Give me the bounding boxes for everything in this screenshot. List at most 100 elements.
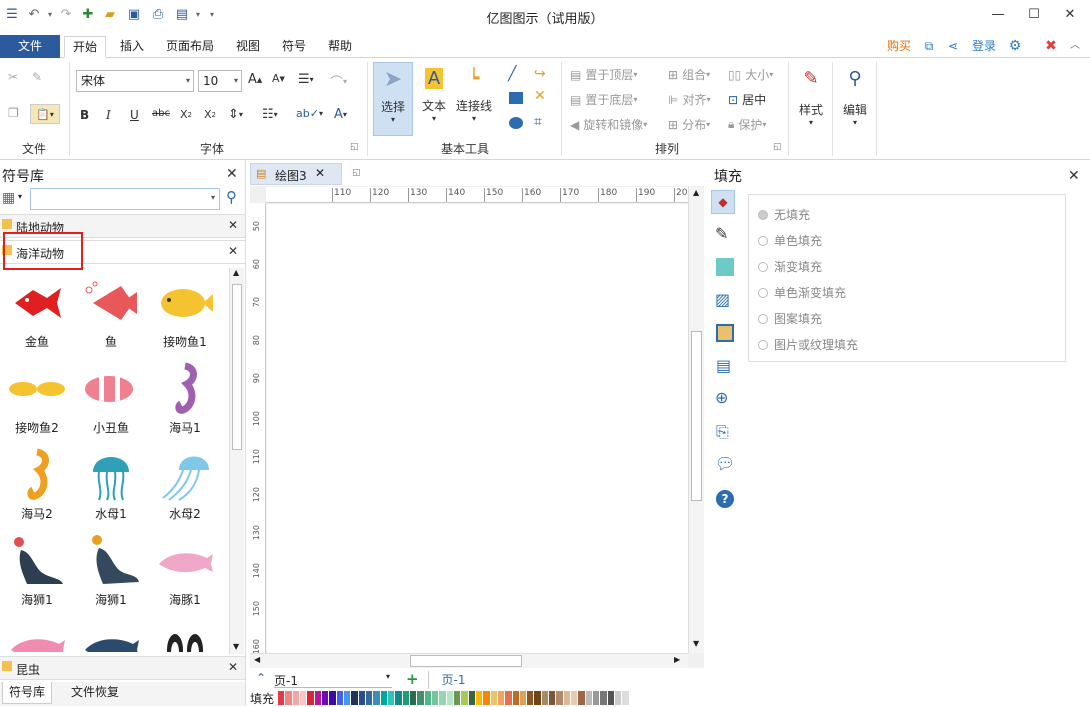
canvas-vertical-scrollbar[interactable]: ▲ ▼ — [688, 187, 704, 653]
symbol-item[interactable]: 小丑鱼 — [74, 362, 148, 436]
align-button[interactable]: ⊫ 对齐 ▾ — [668, 91, 710, 108]
symbol-item[interactable] — [148, 620, 222, 652]
protect-button[interactable]: 🔒︎ 保护 ▾ — [728, 116, 766, 133]
size-button[interactable]: ▯▯ 大小 ▾ — [728, 66, 773, 83]
text-highlight-icon[interactable]: ab✓ ▾ — [296, 107, 323, 120]
symbol-item[interactable]: 水母1 — [74, 448, 148, 522]
palette-swatch[interactable] — [600, 691, 608, 705]
font-dialog-launcher-icon[interactable]: ◱ — [350, 142, 359, 152]
italic-icon[interactable]: I — [106, 108, 111, 122]
font-color-icon[interactable]: A ▾ — [334, 107, 347, 122]
symbol-item[interactable]: 鱼 — [74, 276, 148, 350]
tab-symbol[interactable]: 符号 — [274, 36, 314, 58]
format-painter-icon[interactable]: ✎ — [32, 70, 42, 84]
palette-swatch[interactable] — [475, 691, 484, 705]
scroll-right-icon[interactable]: ▶ — [674, 655, 680, 664]
buy-link[interactable]: 购买 — [882, 36, 916, 58]
palette-swatch[interactable] — [395, 691, 403, 705]
palette-swatch[interactable] — [541, 691, 550, 705]
fill-option[interactable]: 单色渐变填充 — [758, 284, 846, 301]
palette-swatch[interactable] — [402, 691, 410, 705]
layer-tool-icon[interactable] — [716, 324, 734, 342]
symbol-item[interactable]: 金鱼 — [0, 276, 74, 350]
palette-swatch[interactable] — [556, 691, 564, 705]
palette-swatch[interactable] — [292, 691, 300, 705]
scroll-down-icon[interactable]: ▼ — [233, 642, 239, 651]
strikethrough-icon[interactable]: abc — [152, 108, 170, 119]
line-tool-icon[interactable]: ✎ — [715, 224, 728, 243]
palette-swatch[interactable] — [373, 691, 381, 705]
paste-button[interactable]: 📋 ▾ — [30, 104, 60, 124]
scroll-up-icon[interactable]: ▲ — [693, 188, 699, 197]
symbol-item[interactable]: 海豚1 — [148, 534, 222, 608]
group-button[interactable]: ⊞ 组合 ▾ — [668, 66, 710, 83]
search-dropdown-icon[interactable]: ▾ — [211, 193, 215, 202]
symbol-item[interactable]: 海狮1 — [74, 534, 148, 608]
login-link[interactable]: 登录 — [968, 36, 1000, 58]
palette-swatch[interactable] — [468, 691, 476, 705]
palette-swatch[interactable] — [380, 691, 388, 705]
style-button[interactable]: ✎ 样式 ▾ — [794, 62, 828, 148]
palette-swatch[interactable] — [358, 691, 366, 705]
palette-swatch[interactable] — [439, 691, 447, 705]
scroll-up-icon[interactable]: ▲ — [233, 268, 239, 277]
symbol-item[interactable]: 水母2 — [148, 448, 222, 522]
palette-swatch[interactable] — [343, 691, 352, 705]
bullets-icon[interactable]: ☷ ▾ — [262, 107, 278, 122]
palette-swatch[interactable] — [321, 691, 330, 705]
addon-icon[interactable]: ✖ — [1042, 36, 1060, 58]
grow-font-icon[interactable]: A ▲ — [248, 72, 262, 87]
palette-swatch[interactable] — [483, 691, 491, 705]
symbol-item[interactable]: 接吻鱼1 — [148, 276, 222, 350]
palette-swatch[interactable] — [497, 691, 506, 705]
attachment-icon[interactable]: ⎘ — [716, 422, 729, 442]
center-button[interactable]: ⊡ 居中 — [728, 91, 766, 108]
line-spacing-icon[interactable]: ⌒ ▾ — [330, 72, 347, 91]
palette-swatch[interactable] — [417, 691, 425, 705]
palette-swatch[interactable] — [585, 691, 594, 705]
distribute-button[interactable]: ⊞ 分布 ▾ — [668, 116, 710, 133]
palette-swatch[interactable] — [424, 691, 432, 705]
fill-option[interactable]: 图案填充 — [758, 310, 822, 327]
tab-file[interactable]: 文件 — [0, 35, 60, 58]
shadow-tool-icon[interactable] — [716, 258, 734, 276]
share-icon[interactable]: ⋖ — [944, 36, 962, 58]
palette-swatch[interactable] — [351, 691, 359, 705]
arrange-dialog-launcher-icon[interactable]: ◱ — [773, 142, 782, 152]
send-back-button[interactable]: ▤ 置于底层 ▾ — [570, 91, 637, 108]
spacing-icon[interactable]: ⇕ ▾ — [228, 107, 243, 122]
bold-icon[interactable]: B — [80, 108, 89, 122]
tab-symbol-library[interactable]: 符号库 — [2, 682, 52, 704]
canvas-vscroll-thumb[interactable] — [691, 331, 702, 501]
fill-option[interactable]: 图片或纹理填充 — [758, 336, 858, 353]
library-grid-dropdown-icon[interactable]: ▾ — [18, 192, 22, 201]
palette-swatch[interactable] — [519, 691, 528, 705]
document-list-icon[interactable]: ▤ — [716, 356, 731, 375]
symbol-item[interactable] — [74, 620, 148, 652]
close-icon[interactable]: ✕ — [1060, 4, 1080, 24]
palette-swatch[interactable] — [512, 691, 520, 705]
palette-swatch[interactable] — [607, 691, 616, 705]
symbol-item[interactable] — [0, 620, 74, 652]
library-search-input[interactable]: ▾ — [30, 188, 220, 210]
fill-panel-close-icon[interactable]: ✕ — [1068, 168, 1080, 184]
tab-home[interactable]: 开始 — [64, 36, 106, 58]
palette-swatch[interactable] — [387, 691, 396, 705]
cut-icon[interactable]: ✂ — [8, 70, 18, 84]
palette-swatch[interactable] — [278, 691, 286, 705]
edit-button[interactable]: ⚲ 编辑 ▾ — [838, 62, 872, 148]
line-shape-icon[interactable]: ╱ — [508, 66, 516, 82]
page-dialog-launcher-icon[interactable]: ◱ — [352, 168, 361, 178]
symbol-item[interactable]: 接吻鱼2 — [0, 362, 74, 436]
palette-swatch[interactable] — [571, 691, 579, 705]
palette-swatch[interactable] — [527, 691, 535, 705]
bring-front-button[interactable]: ▤ 置于顶层 ▾ — [570, 66, 637, 83]
palette-swatch[interactable] — [490, 691, 498, 705]
scroll-left-icon[interactable]: ◀ — [254, 655, 260, 664]
palette-swatch[interactable] — [549, 691, 557, 705]
symbol-item[interactable]: 海马2 — [0, 448, 74, 522]
maximize-icon[interactable]: ☐ — [1024, 4, 1044, 24]
palette-swatch[interactable] — [285, 691, 293, 705]
fill-option[interactable]: 渐变填充 — [758, 258, 822, 275]
settings-gear-icon[interactable]: ⚙ — [1004, 36, 1026, 58]
